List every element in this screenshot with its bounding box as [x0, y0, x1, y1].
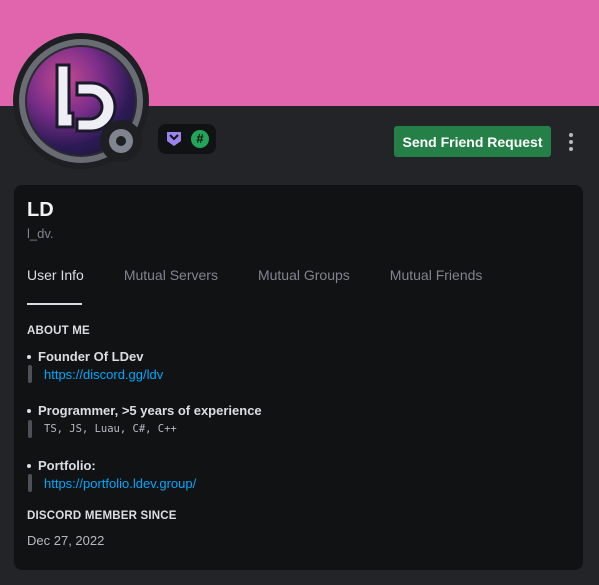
badge-list: #	[158, 124, 216, 154]
tab-user-info[interactable]: User Info	[27, 267, 84, 305]
member-since-date: Dec 27, 2022	[27, 533, 105, 548]
about-item: Portfolio:	[27, 458, 96, 473]
portfolio-link[interactable]: https://portfolio.ldev.group/	[44, 476, 196, 491]
about-item: Founder Of LDev	[27, 349, 143, 364]
languages-code: TS, JS, Luau, C#, C++	[44, 423, 177, 435]
member-since-heading: DISCORD MEMBER SINCE	[27, 510, 177, 522]
active-developer-icon[interactable]: #	[190, 129, 210, 149]
about-quote: TS, JS, Luau, C#, C++	[28, 420, 177, 438]
tab-mutual-friends[interactable]: Mutual Friends	[390, 267, 483, 305]
active-tab-indicator	[27, 303, 82, 305]
send-friend-request-button[interactable]: Send Friend Request	[394, 126, 551, 157]
status-indicator	[100, 120, 142, 162]
about-me-heading: ABOUT ME	[27, 325, 90, 337]
display-name: LD	[27, 199, 54, 221]
hypesquad-balance-icon[interactable]	[164, 129, 184, 149]
profile-tabs: User Info Mutual Servers Mutual Groups M…	[27, 267, 522, 305]
discord-invite-link[interactable]: https://discord.gg/ldv	[44, 367, 163, 382]
username: l_dv.	[27, 226, 54, 241]
tab-mutual-servers[interactable]: Mutual Servers	[124, 267, 218, 305]
more-options-icon[interactable]	[561, 128, 581, 156]
about-item: Programmer, >5 years of experience	[27, 403, 262, 418]
profile-card: LD l_dv. User Info Mutual Servers Mutual…	[14, 185, 583, 570]
about-quote: https://portfolio.ldev.group/	[28, 474, 196, 492]
about-quote: https://discord.gg/ldv	[28, 365, 163, 383]
tab-mutual-groups[interactable]: Mutual Groups	[258, 267, 350, 305]
